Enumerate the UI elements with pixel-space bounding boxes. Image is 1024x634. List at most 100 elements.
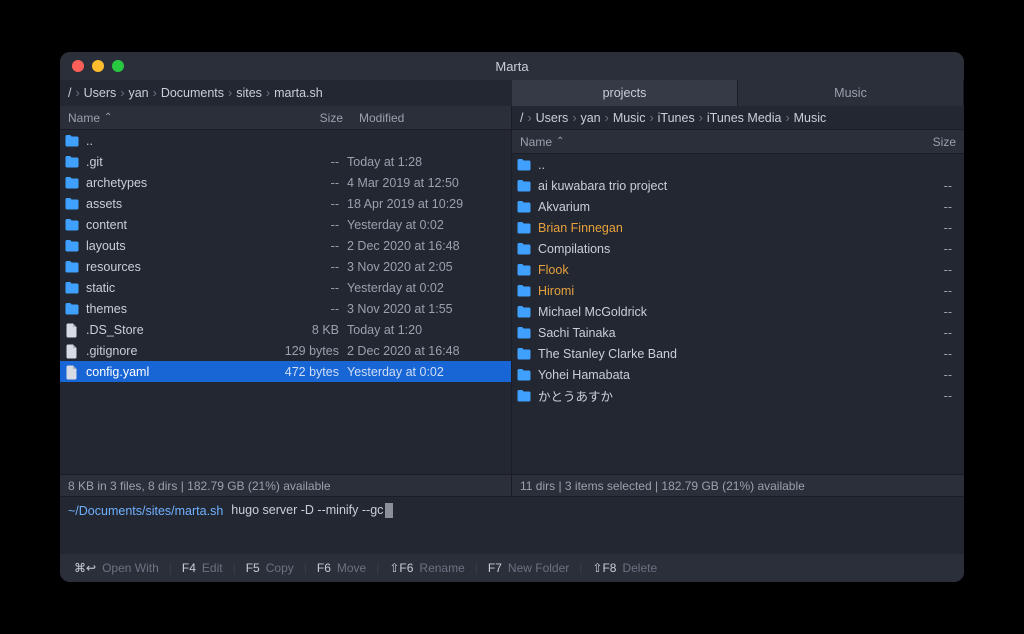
fn-key-label: ⇧F8: [592, 561, 616, 575]
fn-action[interactable]: ⇧F8Delete: [584, 561, 665, 575]
file-name: ai kuwabara trio project: [538, 179, 870, 193]
file-row[interactable]: かとうあすか--: [512, 385, 964, 406]
breadcrumb-segment[interactable]: iTunes: [658, 111, 695, 125]
minimize-icon[interactable]: [92, 60, 104, 72]
file-row[interactable]: .DS_Store8 KBToday at 1:20: [60, 319, 511, 340]
fn-key-label: F7: [488, 561, 502, 575]
file-name: Hiromi: [538, 284, 870, 298]
breadcrumb-segment[interactable]: yan: [580, 111, 600, 125]
file-name: resources: [86, 260, 257, 274]
file-row[interactable]: .gitignore129 bytes2 Dec 2020 at 16:48: [60, 340, 511, 361]
file-row[interactable]: archetypes--4 Mar 2019 at 12:50: [60, 172, 511, 193]
file-row[interactable]: Brian Finnegan--: [512, 217, 964, 238]
file-size: 8 KB: [257, 323, 347, 337]
file-row[interactable]: The Stanley Clarke Band--: [512, 343, 964, 364]
breadcrumb-segment[interactable]: /: [68, 86, 71, 100]
file-row[interactable]: ai kuwabara trio project--: [512, 175, 964, 196]
breadcrumb-segment[interactable]: yan: [128, 86, 148, 100]
file-row[interactable]: content--Yesterday at 0:02: [60, 214, 511, 235]
breadcrumb-segment[interactable]: Users: [84, 86, 117, 100]
file-row[interactable]: Michael McGoldrick--: [512, 301, 964, 322]
file-name: Flook: [538, 263, 870, 277]
file-row[interactable]: config.yaml472 bytesYesterday at 0:02: [60, 361, 511, 382]
left-column-header[interactable]: Name⌃ Size Modified: [60, 106, 511, 130]
file-name: archetypes: [86, 176, 257, 190]
right-breadcrumb[interactable]: /›Users›yan›Music›iTunes›iTunes Media›Mu…: [512, 111, 826, 125]
fn-label: Edit: [202, 561, 223, 575]
fn-action[interactable]: ⇧F6Rename: [381, 561, 472, 575]
folder-icon: [64, 217, 80, 233]
pane-tab[interactable]: Music: [738, 80, 964, 106]
zoom-icon[interactable]: [112, 60, 124, 72]
col-modified-label: Modified: [359, 111, 404, 125]
file-size: --: [870, 305, 960, 319]
file-row[interactable]: Hiromi--: [512, 280, 964, 301]
folder-icon: [64, 133, 80, 149]
terminal[interactable]: ~/Documents/sites/marta.sh hugo server -…: [60, 496, 964, 524]
panes: Name⌃ Size Modified ...git--Today at 1:2…: [60, 106, 964, 496]
breadcrumb-segment[interactable]: Music: [613, 111, 646, 125]
file-row[interactable]: Akvarium--: [512, 196, 964, 217]
fn-action[interactable]: F5 Copy: [238, 561, 302, 575]
file-row[interactable]: .git--Today at 1:28: [60, 151, 511, 172]
breadcrumb-segment[interactable]: iTunes Media: [707, 111, 782, 125]
fn-action[interactable]: F6Move: [309, 561, 374, 575]
folder-icon: [516, 241, 532, 257]
file-row[interactable]: Compilations--: [512, 238, 964, 259]
breadcrumb-segment[interactable]: Documents: [161, 86, 224, 100]
file-row[interactable]: Yohei Hamabata--: [512, 364, 964, 385]
fn-label: Copy: [266, 561, 294, 575]
left-breadcrumb[interactable]: /›Users›yan›Documents›sites›marta.sh: [60, 86, 323, 100]
left-file-list[interactable]: ...git--Today at 1:28archetypes--4 Mar 2…: [60, 130, 511, 474]
file-row[interactable]: Flook--: [512, 259, 964, 280]
file-row[interactable]: assets--18 Apr 2019 at 10:29: [60, 193, 511, 214]
file-size: --: [870, 389, 960, 403]
file-size: --: [257, 302, 347, 316]
chevron-right-icon: ›: [785, 111, 789, 125]
breadcrumb-segment[interactable]: sites: [236, 86, 262, 100]
breadcrumb-segment[interactable]: Users: [536, 111, 569, 125]
file-size: --: [870, 242, 960, 256]
file-size: --: [257, 260, 347, 274]
right-file-list[interactable]: ..ai kuwabara trio project--Akvarium--Br…: [512, 154, 964, 474]
file-modified: Today at 1:20: [347, 323, 507, 337]
fn-label: Rename: [419, 561, 464, 575]
file-size: --: [257, 176, 347, 190]
file-row[interactable]: ..: [60, 130, 511, 151]
close-icon[interactable]: [72, 60, 84, 72]
file-name: Yohei Hamabata: [538, 368, 870, 382]
chevron-right-icon: ›: [228, 86, 232, 100]
right-status: 11 dirs | 3 items selected | 182.79 GB (…: [512, 474, 964, 496]
file-row[interactable]: resources--3 Nov 2020 at 2:05: [60, 256, 511, 277]
file-name: layouts: [86, 239, 257, 253]
separator: |: [304, 561, 307, 575]
folder-icon: [516, 262, 532, 278]
file-icon: [64, 322, 80, 338]
file-row[interactable]: ..: [512, 154, 964, 175]
pane-tab[interactable]: projects: [512, 80, 738, 106]
chevron-right-icon: ›: [605, 111, 609, 125]
file-row[interactable]: layouts--2 Dec 2020 at 16:48: [60, 235, 511, 256]
cursor-icon: [385, 503, 393, 518]
chevron-right-icon: ›: [649, 111, 653, 125]
fn-key-label: F5: [246, 561, 260, 575]
fn-key-label: F6: [317, 561, 331, 575]
terminal-input[interactable]: hugo server -D --minify --gc: [231, 503, 393, 518]
breadcrumb-segment[interactable]: /: [520, 111, 523, 125]
chevron-right-icon: ›: [75, 86, 79, 100]
file-row[interactable]: Sachi Tainaka--: [512, 322, 964, 343]
breadcrumb-segment[interactable]: marta.sh: [274, 86, 323, 100]
file-modified: 2 Dec 2020 at 16:48: [347, 239, 507, 253]
col-size-label: Size: [320, 111, 343, 125]
right-column-header[interactable]: Name⌃ Size: [512, 130, 964, 154]
fn-action[interactable]: F4Edit: [174, 561, 231, 575]
breadcrumb-segment[interactable]: Music: [794, 111, 827, 125]
separator: |: [579, 561, 582, 575]
file-row[interactable]: static--Yesterday at 0:02: [60, 277, 511, 298]
file-size: --: [870, 179, 960, 193]
file-name: Sachi Tainaka: [538, 326, 870, 340]
file-row[interactable]: themes--3 Nov 2020 at 1:55: [60, 298, 511, 319]
fn-action[interactable]: ⌘↩Open With: [66, 561, 167, 575]
fn-action[interactable]: F7New Folder: [480, 561, 577, 575]
folder-icon: [516, 346, 532, 362]
